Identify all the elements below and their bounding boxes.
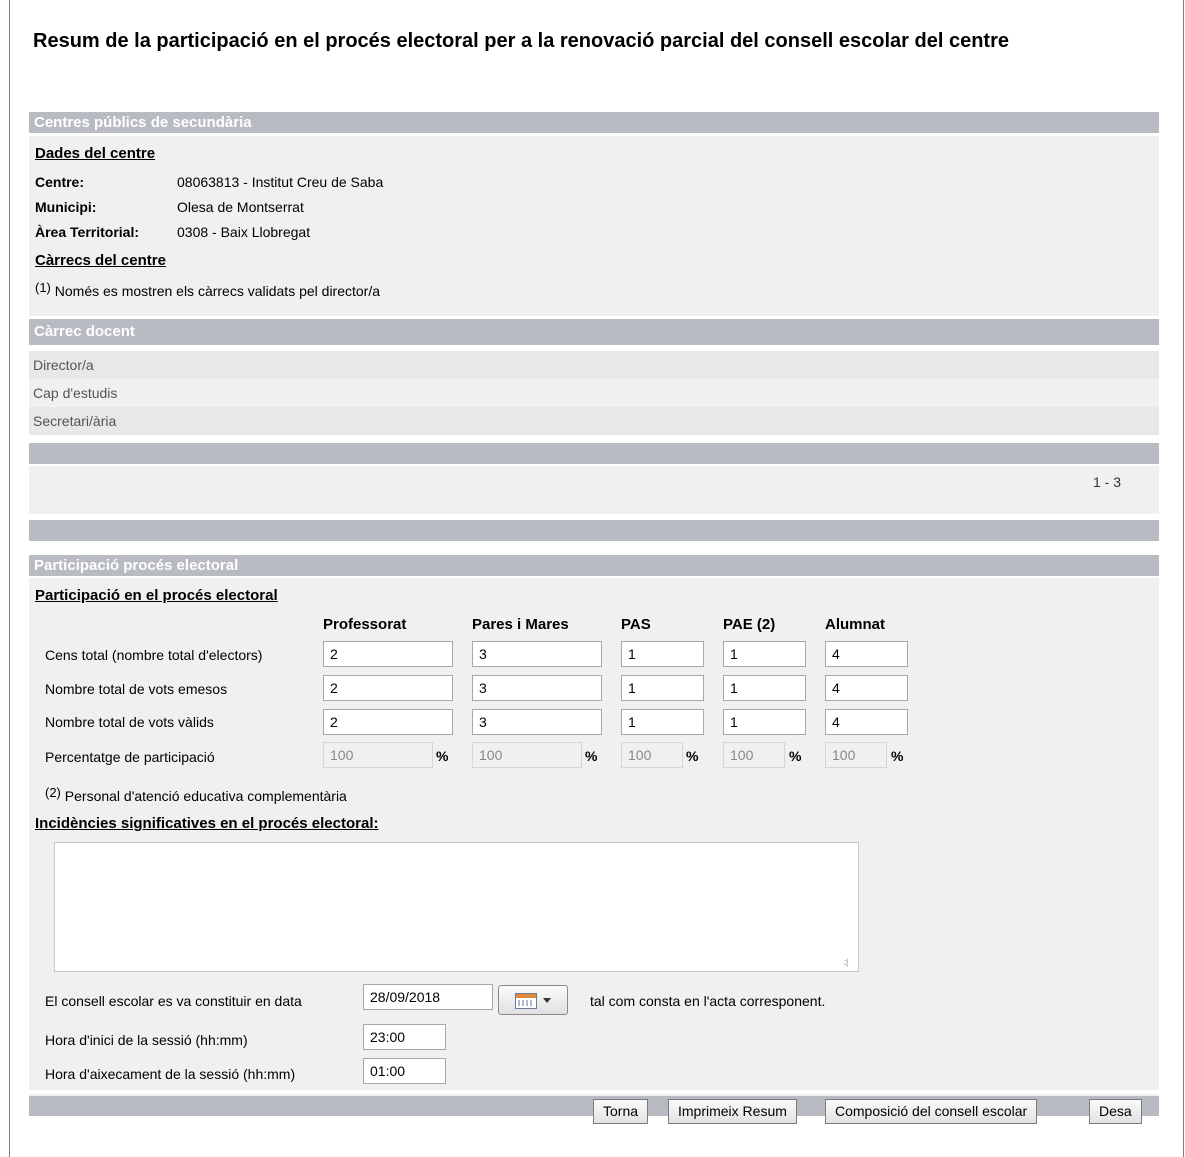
percent-sign: % [789,748,802,764]
note-marker: (2) [45,785,61,800]
emesos-pas-input[interactable] [621,675,704,701]
valids-pae-input[interactable] [723,709,806,735]
area-value: 0308 - Baix Llobregat [177,224,311,240]
section-bar-centres: Centres públics de secundària [29,112,1159,133]
cens-pas-input[interactable] [621,641,704,667]
separator-bar [29,520,1159,541]
column-header-pas: PAS [621,616,651,633]
vots-emesos-label: Nombre total de vots emesos [45,681,228,697]
resize-grip-icon[interactable]: .:| [843,957,848,967]
chevron-down-icon [543,998,551,1003]
table-row: Director/a [29,351,1159,379]
cens-professorat-input[interactable] [323,641,453,667]
section-bar-participacio: Participació procés electoral [29,555,1159,576]
participacio-heading: Participació en el procés electoral [35,587,278,604]
emesos-pares-input[interactable] [472,675,602,701]
pagination-range: 1 - 3 [1093,474,1122,490]
valids-professorat-input[interactable] [323,709,453,735]
valids-alumnat-input[interactable] [825,709,908,735]
desa-button[interactable]: Desa [1089,1099,1142,1124]
vots-valids-label: Nombre total de vots vàlids [45,714,214,730]
pagination-panel [29,466,1159,514]
hora-aixecament-input[interactable] [363,1058,446,1084]
column-header-pae: PAE (2) [723,616,776,633]
percent-sign: % [686,748,699,764]
carrecs-note: (1) Només es mostren els càrrecs validat… [35,280,380,299]
valids-pas-input[interactable] [621,709,704,735]
table-row: Secretari/ària [29,407,1159,435]
cens-pae-input[interactable] [723,641,806,667]
cens-alumnat-input[interactable] [825,641,908,667]
pct-professorat-field [323,742,433,768]
pct-pae-field [723,742,785,768]
emesos-alumnat-input[interactable] [825,675,908,701]
table-footer-bar [29,443,1159,464]
dades-centre-heading: Dades del centre [35,145,156,162]
incidencies-heading: Incidències significatives en el procés … [35,815,379,832]
centre-label: Centre: [35,174,85,190]
hora-inici-label: Hora d'inici de la sessió (hh:mm) [45,1032,248,1048]
pct-pas-field [621,742,683,768]
note-text: Personal d'atenció educativa complementà… [64,788,347,804]
municipi-value: Olesa de Montserrat [177,199,304,215]
calendar-button[interactable] [498,985,568,1015]
carrecs-table-header: Càrrec docent [29,319,1159,345]
calendar-icon [515,993,537,1009]
page-title: Resum de la participació en el procés el… [33,30,1009,52]
centre-value: 08063813 - Institut Creu de Saba [177,174,384,190]
constitucio-suffix: tal com consta en l'acta corresponent. [590,993,826,1009]
column-header-professorat: Professorat [323,616,407,633]
constitucio-label: El consell escolar es va constituir en d… [45,993,302,1009]
municipi-label: Municipi: [35,199,97,215]
imprimeix-resum-button[interactable]: Imprimeix Resum [668,1099,797,1124]
footer-divider [29,1094,1159,1096]
note-text: Només es mostren els càrrecs validats pe… [54,283,381,299]
note-marker: (1) [35,280,51,295]
hora-aixecament-label: Hora d'aixecament de la sessió (hh:mm) [45,1066,296,1082]
cens-total-label: Cens total (nombre total d'electors) [45,647,263,663]
torna-button[interactable]: Torna [593,1099,649,1124]
constitucio-date-input[interactable] [363,984,493,1010]
composicio-consell-button[interactable]: Composició del consell escolar [825,1099,1038,1124]
percent-sign: % [585,748,598,764]
percent-sign: % [436,748,449,764]
cens-pares-input[interactable] [472,641,602,667]
pct-alumnat-field [825,742,887,768]
table-row: Cap d'estudis [29,379,1159,407]
percent-sign: % [891,748,904,764]
column-header-pares: Pares i Mares [472,616,569,633]
hora-inici-input[interactable] [363,1024,446,1050]
column-header-alumnat: Alumnat [825,616,885,633]
valids-pares-input[interactable] [472,709,602,735]
pct-pares-field [472,742,582,768]
incidencies-textarea[interactable] [54,842,859,972]
pae-note: (2) Personal d'atenció educativa complem… [45,785,347,804]
carrecs-heading: Càrrecs del centre [35,252,166,269]
area-label: Àrea Territorial: [35,224,139,240]
emesos-pae-input[interactable] [723,675,806,701]
percentatge-label: Percentatge de participació [45,749,215,765]
emesos-professorat-input[interactable] [323,675,453,701]
